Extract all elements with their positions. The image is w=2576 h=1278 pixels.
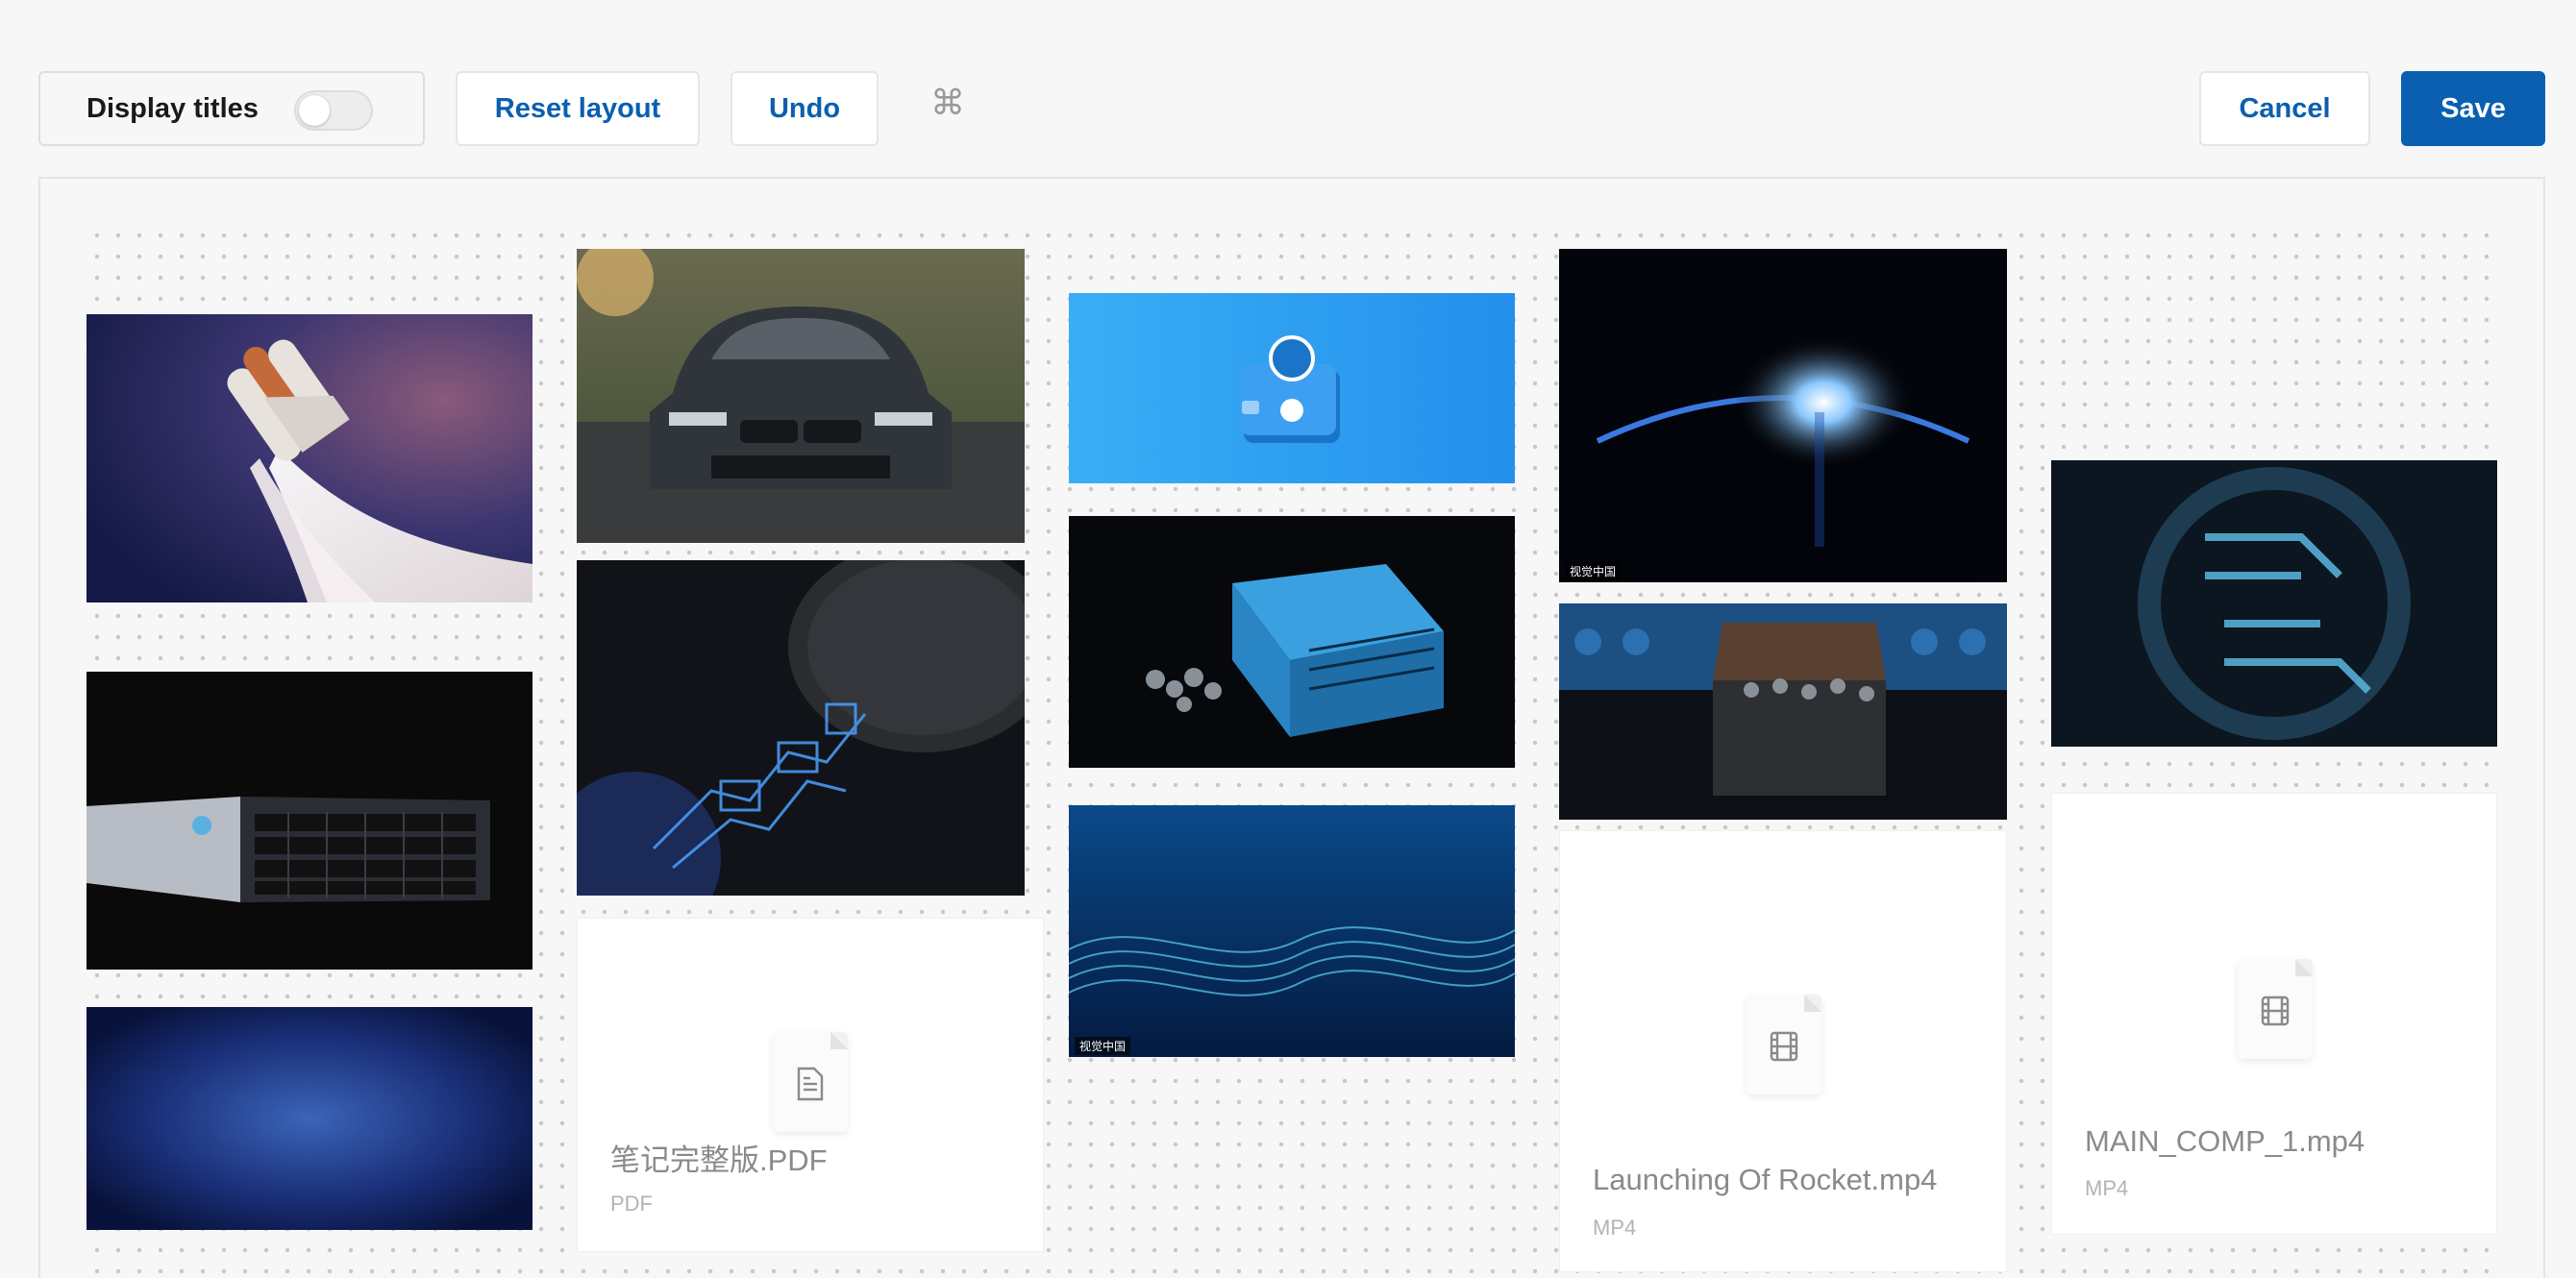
image-tile-crypto-logo[interactable] [2051,460,2497,747]
file-type: PDF [610,1192,653,1216]
file-type: MP4 [2085,1176,2129,1200]
image-tile-storage-box[interactable] [1069,516,1515,768]
server-image [87,672,533,970]
crypto-logo-image [2051,460,2497,747]
space-shuttle-image [87,314,533,602]
storage-box-image [1069,516,1515,768]
image-tile-data-wave[interactable]: 视觉中国 [1069,805,1515,1057]
toggle-knob [299,95,330,126]
treasure-chest-image [1559,603,2007,820]
blue-glow-image [87,1007,533,1230]
image-tile-crypto-coin[interactable] [577,560,1025,896]
command-icon[interactable]: ⌘ [930,83,965,123]
display-titles-label: Display titles [87,92,259,124]
file-card-pdf[interactable]: 笔记完整版.PDF PDF [577,918,1044,1252]
document-icon [773,1032,848,1132]
file-name: MAIN_COMP_1.mp4 [2085,1124,2365,1158]
film-icon [1746,995,1821,1094]
image-tile-treasure-chest[interactable] [1559,603,2007,820]
watermark: 视觉中国 [1075,1037,1131,1055]
toggle-switch[interactable] [294,90,373,131]
file-name: 笔记完整版.PDF [610,1143,828,1177]
display-titles-toggle[interactable]: Display titles [38,71,425,146]
watermark: 视觉中国 [1565,562,1622,580]
file-card-mp4-main[interactable]: MAIN_COMP_1.mp4 MP4 [2051,793,2497,1235]
wallet-illustration [1069,293,1515,483]
car-image [577,249,1025,543]
crypto-coin-image [577,560,1025,896]
undo-button[interactable]: Undo [731,71,879,146]
cancel-button[interactable]: Cancel [2199,71,2370,146]
file-name: Launching Of Rocket.mp4 [1593,1163,1938,1196]
file-type: MP4 [1593,1216,1637,1240]
save-button[interactable]: Save [2401,71,2545,146]
image-tile-wallet[interactable] [1069,293,1515,483]
file-card-mp4-rocket[interactable]: Launching Of Rocket.mp4 MP4 [1559,830,2007,1272]
toolbar: Display titles Reset layout Undo ⌘ Cance… [0,0,2576,173]
data-wave-image [1069,805,1515,1057]
film-icon [2238,959,2313,1059]
earth-horizon-image [1559,249,2007,582]
image-tile-blue-glow[interactable] [87,1007,533,1230]
image-tile-car[interactable] [577,249,1025,543]
image-tile-space-shuttle[interactable] [87,314,533,602]
image-tile-earth-horizon[interactable]: 视觉中国 [1559,249,2007,582]
reset-layout-button[interactable]: Reset layout [456,71,700,146]
image-tile-server[interactable] [87,672,533,970]
